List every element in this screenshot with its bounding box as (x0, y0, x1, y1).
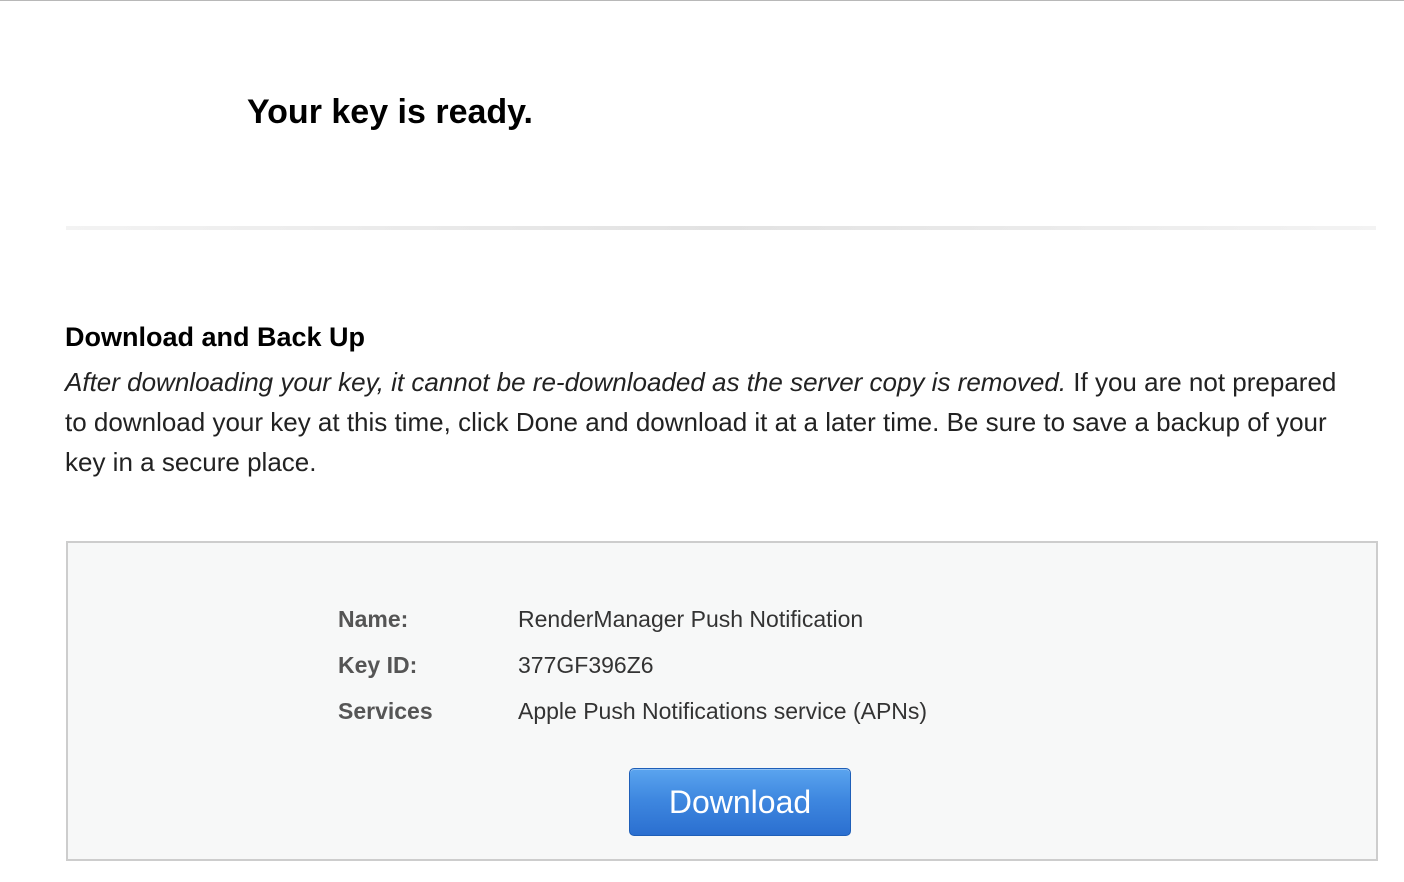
top-border (0, 0, 1404, 1)
key-services-label: Services (338, 698, 433, 724)
key-id-row: Key ID: 377GF396Z6 (338, 645, 1238, 685)
key-details-panel: Name: RenderManager Push Notification Ke… (66, 541, 1378, 861)
download-button[interactable]: Download (629, 768, 851, 836)
key-name-row: Name: RenderManager Push Notification (338, 599, 1238, 639)
key-services-value: Apple Push Notifications service (APNs) (518, 698, 928, 724)
key-id-value: 377GF396Z6 (518, 652, 654, 678)
key-name-label: Name: (338, 606, 409, 632)
key-services-row: Services Apple Push Notifications servic… (338, 691, 1238, 731)
key-id-label: Key ID: (338, 652, 418, 678)
section-divider (66, 226, 1376, 230)
section-title: Download and Back Up (65, 322, 366, 352)
page-title: Your key is ready. (247, 93, 533, 131)
key-name-value: RenderManager Push Notification (518, 606, 864, 632)
section-description: After downloading your key, it cannot be… (65, 362, 1365, 482)
warning-text: After downloading your key, it cannot be… (65, 367, 1067, 397)
